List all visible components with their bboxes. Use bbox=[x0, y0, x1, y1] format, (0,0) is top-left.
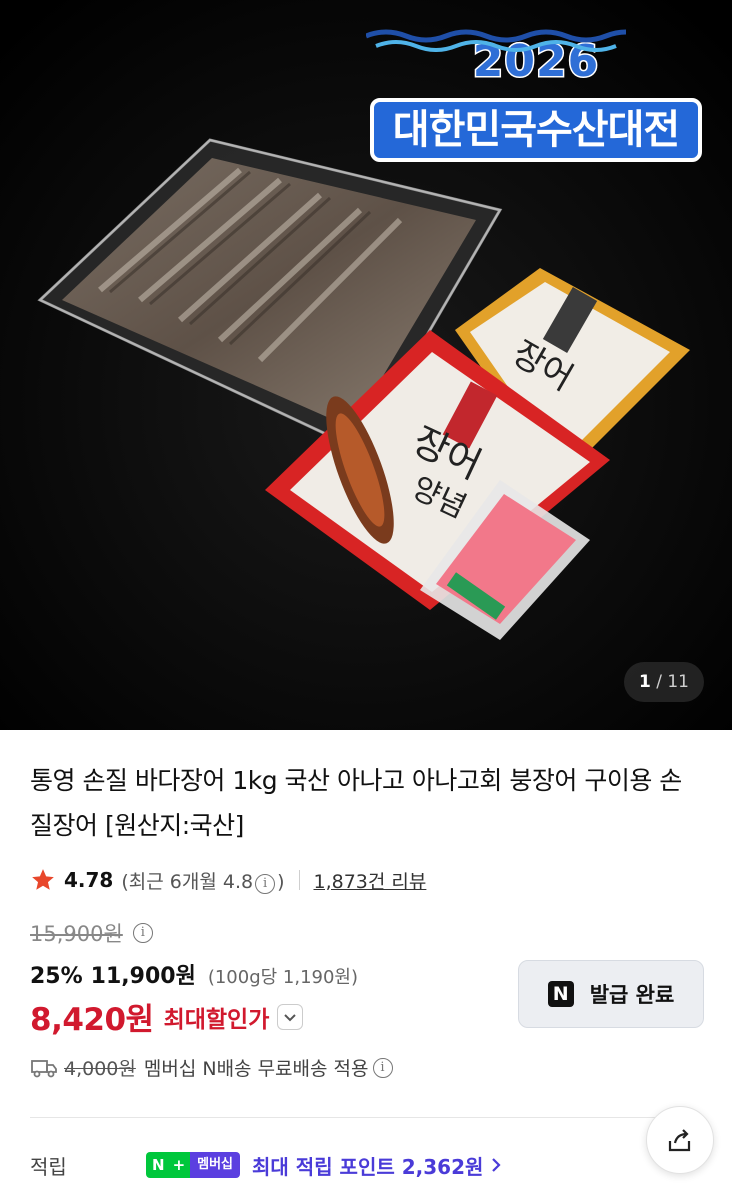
reviews-link[interactable]: 1,873건 리뷰 bbox=[314, 867, 427, 894]
unit-price: (100g당 1,190원) bbox=[207, 967, 359, 988]
sale-price: 11,900원 bbox=[90, 964, 196, 989]
rating-recent-close: ) bbox=[277, 870, 285, 893]
shipping-original-fee: 4,000원 bbox=[64, 1058, 136, 1080]
price-detail-toggle[interactable] bbox=[277, 1003, 304, 1030]
sale-price-row: 25% 11,900원 (100g당 1,190원) bbox=[30, 958, 358, 990]
coupon-label: 발급 완료 bbox=[589, 983, 675, 1007]
product-image[interactable]: 장어 양념 장어 2026 대한민국수산대전 1 / 11 bbox=[0, 0, 732, 730]
rating-row: 4.78 (최근 6개월 4.8 i) 1,873건 리뷰 bbox=[30, 866, 426, 894]
divider bbox=[298, 870, 300, 890]
chevron-down-icon bbox=[284, 1013, 297, 1021]
badge-member: 멤버십 bbox=[190, 1152, 241, 1178]
rating-value: 4.78 bbox=[64, 868, 114, 892]
info-icon[interactable]: i bbox=[132, 923, 153, 943]
info-icon[interactable]: i bbox=[255, 873, 276, 894]
image-counter: 1 / 11 bbox=[624, 662, 704, 702]
badge-plus: + bbox=[170, 1152, 191, 1178]
wave-icon bbox=[366, 29, 626, 52]
naver-plus-membership-badge: N + 멤버십 bbox=[146, 1152, 241, 1178]
chevron-right-icon bbox=[492, 1158, 501, 1172]
final-price-row: 8,420원 최대할인가 bbox=[30, 994, 304, 1039]
discount-percent: 25% bbox=[30, 964, 83, 989]
section-divider bbox=[30, 1117, 702, 1118]
coupon-button[interactable]: N 발급 완료 bbox=[518, 960, 704, 1028]
share-icon bbox=[668, 1129, 691, 1152]
star-icon bbox=[32, 869, 54, 890]
share-button[interactable] bbox=[646, 1106, 714, 1174]
n-logo-icon: N bbox=[547, 981, 574, 1007]
image-counter-total: / 11 bbox=[656, 672, 689, 692]
final-price-label: 최대할인가 bbox=[163, 1006, 270, 1033]
image-counter-current: 1 bbox=[638, 672, 651, 692]
original-price: 15,900원 bbox=[30, 922, 123, 946]
badge-n: N bbox=[146, 1152, 171, 1178]
rating-recent-text: (최근 6개월 4.8 bbox=[121, 870, 254, 893]
points-row[interactable]: 적립 N + 멤버십 최대 적립 포인트 2,362원 bbox=[30, 1150, 503, 1180]
product-title: 통영 손질 바다장어 1kg 국산 아나고 아나고회 붕장어 구이용 손질장어 … bbox=[30, 766, 682, 840]
festival-badge: 2026 대한민국수산대전 bbox=[366, 28, 706, 188]
shipping-row: 4,000원 멤버십 N배송 무료배송 적용 i bbox=[30, 1054, 395, 1081]
truck-icon bbox=[31, 1059, 57, 1077]
points-text: 최대 적립 포인트 2,362원 bbox=[252, 1154, 484, 1179]
info-icon[interactable]: i bbox=[372, 1057, 393, 1078]
rating-recent: (최근 6개월 4.8 i) bbox=[121, 867, 285, 894]
badge-title: 대한민국수산대전 bbox=[370, 98, 702, 162]
original-price-row: 15,900원 i bbox=[30, 918, 155, 948]
shipping-text: 멤버십 N배송 무료배송 적용 bbox=[143, 1058, 369, 1080]
points-label: 적립 bbox=[30, 1154, 67, 1179]
final-price: 8,420원 bbox=[30, 1002, 154, 1038]
